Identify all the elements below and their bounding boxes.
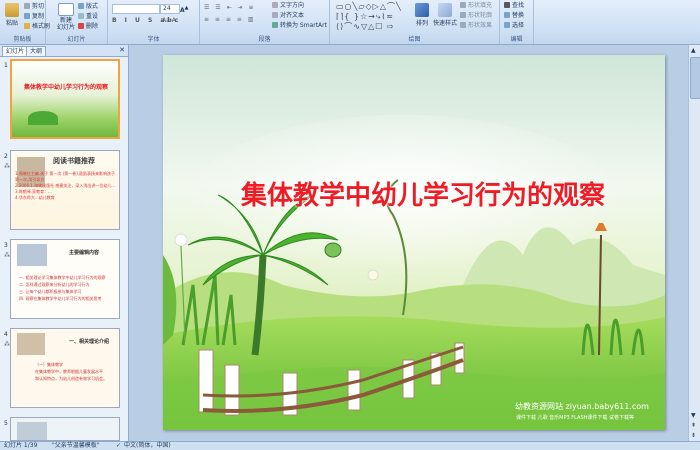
new-slide-button[interactable]: 新建 幻灯片: [54, 2, 78, 32]
scroll-down-icon[interactable]: ▼: [691, 412, 696, 419]
thumbnail-title: 主要编辑内容: [69, 250, 100, 256]
vertical-scrollbar[interactable]: ▲ ▼ ⇞ ⇟: [688, 45, 700, 441]
text-direction-button[interactable]: 文字方向: [272, 2, 304, 10]
slide-thumbnail-3[interactable]: 主要编辑内容 一. 相关理论学习集体教学中幼儿学习行为的观察 二. 怎样通过观察…: [10, 239, 120, 319]
font-size-combo[interactable]: 24: [160, 4, 180, 14]
pen-icon: [460, 12, 466, 18]
slides-panel: 幻灯片 大纲 ✕ 1 集体教学中幼儿学习行为的观察 2 ⁂ 阅读书籍推荐 1.周…: [0, 45, 129, 441]
slide-thumbnail-5[interactable]: [10, 417, 120, 441]
align-text-button[interactable]: 对齐文本: [272, 12, 304, 20]
fill-bucket-icon: [460, 2, 466, 8]
text-direction-icon: [272, 2, 278, 8]
slide-thumbnail-2[interactable]: 阅读书籍推荐 1.周晓红主编.孩子 第一次 (第一卷),鼓励表扬来影响孩子.第一…: [10, 150, 120, 230]
thumb-number: 1: [4, 62, 8, 69]
scroll-thumb[interactable]: [690, 57, 700, 99]
quick-styles-button[interactable]: 快速样式: [432, 2, 458, 32]
font-group: 24 A▲ B I U S abc Aa A 字体: [108, 0, 200, 44]
drawing-group: ▭○╲▱◇▷△⌒╲ ⌈⌉{ }☆→⤷⌇≈ ⟨⟩⌒∿▽△☐ ⇨ 排列 快速样式 形…: [330, 0, 500, 44]
thumbnail-title: 集体教学中幼儿学习行为的观察: [23, 84, 108, 91]
layout-icon: [78, 3, 84, 9]
delete-slide-button[interactable]: 删除: [78, 23, 98, 31]
slide-thumbnail-1[interactable]: 集体教学中幼儿学习行为的观察: [10, 59, 120, 139]
reset-icon: [78, 13, 84, 19]
thumbnail-background: [12, 61, 118, 137]
photo: [17, 333, 45, 355]
drawing-group-label: 绘图: [408, 36, 421, 43]
thumb-number: 4: [4, 331, 8, 338]
effects-icon: [460, 22, 466, 28]
previous-slide-icon[interactable]: ⇞: [691, 422, 696, 429]
slide-canvas[interactable]: 集体教学中幼儿学习行为的观察 幼教资源网站 ziyuan.baby611.com…: [163, 55, 665, 430]
thumbnail-text: 一. 相关理论学习集体教学中幼儿学习行为的观察 二. 怎样通过观察来分析幼儿的学…: [19, 275, 106, 301]
arrange-icon: [415, 3, 429, 17]
brush-icon: [24, 23, 30, 29]
next-slide-icon[interactable]: ⇟: [691, 432, 696, 439]
thumbnail-text: （一）集体教学 在集体教学中，教师根据儿童发展水平 和认知特点，为幼儿创造有效学…: [35, 362, 107, 381]
scissors-icon: [24, 3, 30, 9]
slide-title[interactable]: 集体教学中幼儿学习行为的观察: [203, 175, 643, 212]
editing-group: 查找 替换 选择 编辑: [500, 0, 534, 44]
slides-group-label: 幻灯片: [67, 36, 86, 43]
thumb-number: 5: [4, 420, 8, 427]
list-icons[interactable]: ☰ ☰ ⇤ ⇥ ≡: [204, 4, 255, 12]
paragraph-group: ☰ ☰ ⇤ ⇥ ≡ ≡ ≡ ≡ ≡ ▥ 文字方向 对齐文本 转换为 SmartA…: [200, 0, 330, 44]
replace-icon: [504, 12, 510, 18]
close-panel-icon[interactable]: ✕: [119, 46, 125, 54]
select-arrow-icon: [504, 22, 510, 28]
paste-icon: [5, 3, 19, 17]
shape-effects-button[interactable]: 形状效果: [460, 22, 492, 30]
shapes-gallery-row3-icon[interactable]: ⟨⟩⌒∿▽△☐ ⇨: [336, 22, 395, 31]
scroll-up-icon[interactable]: ▲: [691, 47, 696, 54]
photo: [17, 422, 47, 440]
binoculars-icon: [504, 2, 510, 8]
arrange-button[interactable]: 排列: [412, 2, 432, 32]
paste-button[interactable]: 粘贴: [2, 2, 22, 32]
tab-outline[interactable]: 大纲: [26, 46, 47, 56]
thumbnail-title: 一、相关理论介绍: [69, 339, 110, 345]
replace-button[interactable]: 替换: [504, 12, 524, 20]
watermark-site: 幼教资源网站 ziyuan.baby611.com: [515, 402, 649, 411]
shape-fill-button[interactable]: 形状填充: [460, 2, 492, 10]
reset-button[interactable]: 重设: [78, 13, 98, 21]
ribbon: 粘贴 剪切 复制 格式刷 剪贴板 新建 幻灯片 版式 重设 删除 幻灯片 24 …: [0, 0, 700, 45]
quick-styles-icon: [438, 3, 452, 17]
thumb-number: 3: [4, 242, 8, 249]
photo: [17, 244, 47, 266]
paragraph-group-label: 段落: [258, 36, 271, 43]
editing-group-label: 编辑: [510, 36, 523, 43]
smartart-icon: [272, 22, 278, 28]
shapes-gallery-icon[interactable]: ▭○╲▱◇▷△⌒╲: [336, 2, 402, 11]
select-button[interactable]: 选择: [504, 22, 524, 30]
layout-button[interactable]: 版式: [78, 3, 98, 11]
copy-button[interactable]: 复制: [24, 13, 44, 21]
new-slide-icon: [58, 3, 74, 16]
shape-outline-button[interactable]: 形状轮廓: [460, 12, 492, 20]
font-name-combo[interactable]: [112, 4, 160, 14]
clipboard-group-label: 剪贴板: [13, 36, 32, 43]
delete-icon: [78, 23, 84, 29]
spring-landscape-illustration: [163, 55, 665, 430]
clipboard-group: 粘贴 剪切 复制 格式刷 剪贴板: [0, 0, 50, 44]
shapes-gallery-row2-icon[interactable]: ⌈⌉{ }☆→⤷⌇≈: [336, 12, 394, 21]
slides-group: 新建 幻灯片 版式 重设 删除 幻灯片: [46, 0, 108, 44]
align-text-icon: [272, 12, 278, 18]
smartart-button[interactable]: 转换为 SmartArt: [272, 22, 327, 30]
slide-thumbnail-4[interactable]: 一、相关理论介绍 （一）集体教学 在集体教学中，教师根据儿童发展水平 和认知特点…: [10, 328, 120, 408]
align-icons[interactable]: ≡ ≡ ≡ ≡ ▥: [204, 16, 255, 24]
thumbnail-title: 阅读书籍推荐: [53, 157, 95, 165]
copy-icon: [24, 13, 30, 19]
find-button[interactable]: 查找: [504, 2, 524, 10]
thumb-number: 2: [4, 153, 8, 160]
font-color-icon[interactable]: Aa A: [162, 17, 176, 25]
grow-font-icon[interactable]: A▲: [180, 4, 189, 14]
font-group-label: 字体: [147, 36, 160, 43]
tree-shape: [28, 111, 58, 125]
thumbnail-text: 1.周晓红主编.孩子 第一次 (第一卷),鼓励表扬来影响孩子.第一次,用引导方 …: [15, 171, 117, 200]
cut-button[interactable]: 剪切: [24, 3, 44, 11]
tab-slides[interactable]: 幻灯片: [2, 46, 29, 56]
panel-tabs: 幻灯片 大纲 ✕: [0, 45, 128, 57]
watermark-subtitle: 课件下载 儿歌 音乐MP3 FLASH课件下载 试卷下载等: [516, 415, 635, 421]
